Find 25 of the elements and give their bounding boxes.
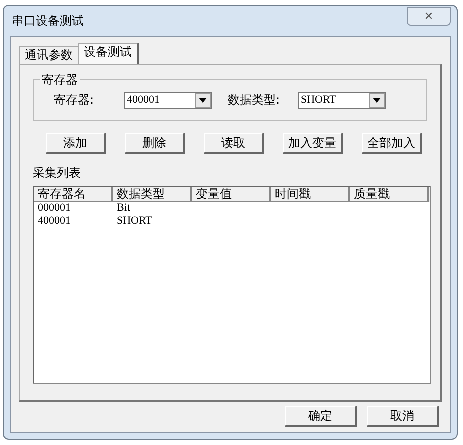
tab[interactable]: 通讯参数 bbox=[19, 46, 79, 64]
list-cell-text: Bit bbox=[116, 202, 132, 215]
column-header[interactable]: 质量戳 bbox=[350, 187, 429, 202]
window-title: 串口设备测试 bbox=[11, 13, 84, 30]
dialog-button[interactable]: 取消 bbox=[367, 406, 439, 427]
field-label: 数据类型: bbox=[228, 92, 282, 109]
list-cell-text: 000001 bbox=[37, 202, 72, 215]
action-button[interactable]: 加入变量 bbox=[283, 133, 343, 154]
column-header[interactable]: 变量值 bbox=[192, 187, 271, 202]
action-button[interactable]: 读取 bbox=[204, 133, 264, 154]
action-button[interactable]: 删除 bbox=[125, 133, 185, 154]
action-button[interactable]: 全部加入 bbox=[362, 133, 422, 154]
action-button[interactable]: 添加 bbox=[46, 133, 106, 154]
list-cell-text: SHORT bbox=[116, 215, 154, 228]
dropdown-field[interactable]: SHORT bbox=[298, 92, 386, 108]
column-header[interactable]: 寄存器名 bbox=[34, 187, 113, 202]
field-label: 寄存器: bbox=[54, 92, 96, 109]
list-cell-text: 400001 bbox=[37, 215, 72, 228]
close-button[interactable]: ✕ bbox=[407, 6, 451, 26]
dropdown-field[interactable]: 400001 bbox=[124, 92, 212, 108]
tab[interactable]: 设备测试 bbox=[78, 43, 139, 64]
column-header[interactable]: 时间戳 bbox=[271, 187, 350, 202]
dialog-button[interactable]: 确定 bbox=[285, 406, 357, 427]
column-header[interactable]: 数据类型 bbox=[113, 187, 192, 202]
list-title: 采集列表 bbox=[33, 165, 82, 182]
